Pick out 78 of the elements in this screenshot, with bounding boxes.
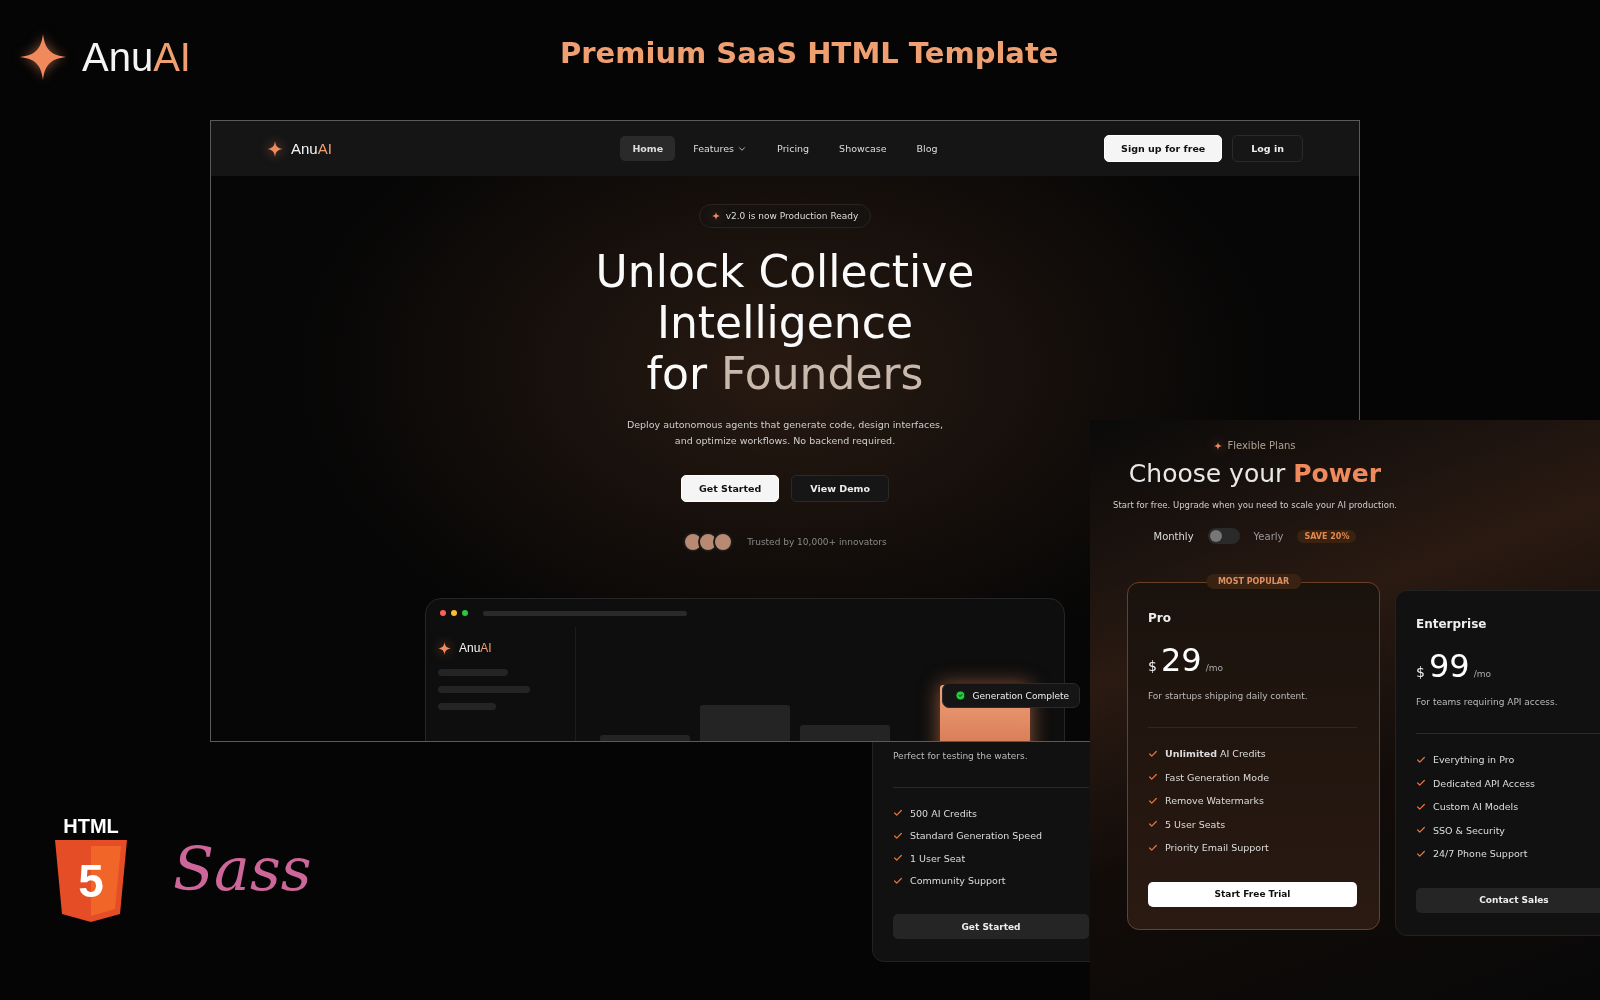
plan-button[interactable]: Get Started <box>893 914 1089 939</box>
currency-symbol: $ <box>1416 664 1425 680</box>
check-icon <box>1148 819 1158 830</box>
sparkle-logo-icon <box>20 34 66 80</box>
sass-logo: Sass <box>173 833 312 904</box>
hero-subtitle: Deploy autonomous agents that generate code, design interfaces, and optimize workflows. No backend required. <box>625 418 945 448</box>
check-icon <box>1416 825 1426 836</box>
feature-text: 500 AI Credits <box>910 807 977 819</box>
plan-price: 29 <box>1160 641 1202 679</box>
plan-price: 99 <box>1428 647 1470 685</box>
check-icon <box>1416 778 1426 789</box>
check-icon <box>1148 748 1158 759</box>
plan-name: Pro <box>1148 611 1172 625</box>
toast-text: Generation Complete <box>972 690 1069 701</box>
promo-headline: Premium SaaS HTML Template <box>560 36 1059 70</box>
brand-name: AnuAI <box>291 140 332 157</box>
plan-description: For startups shipping daily content. <box>1148 691 1309 701</box>
feature-text: Custom AI Models <box>1433 801 1519 813</box>
get-started-button[interactable]: Get Started <box>680 475 780 502</box>
html5-shield-logo: 5 <box>55 840 127 922</box>
plan-description: For teams requiring API access. <box>1416 697 1559 707</box>
nav-link[interactable]: Pricing <box>765 136 822 161</box>
nav-link[interactable]: Showcase <box>827 136 899 161</box>
social-proof-text: Trusted by 10,000+ innovators <box>747 537 887 547</box>
price-period: /mo <box>1205 663 1223 673</box>
feature-text: Priority Email Support <box>1165 842 1269 854</box>
currency-symbol: $ <box>1148 658 1157 674</box>
feature-text: SSO & Security <box>1433 824 1505 836</box>
check-icon <box>893 808 903 819</box>
section-eyebrow: Flexible Plans <box>1227 440 1296 451</box>
announcement-badge: v2.0 is now Production Ready <box>698 204 872 228</box>
login-button[interactable]: Log in <box>1232 135 1303 162</box>
check-icon <box>1416 848 1426 859</box>
sparkle-icon <box>1214 441 1223 450</box>
brand-name: AnuAI <box>82 34 191 80</box>
nav-link[interactable]: Blog <box>904 136 950 161</box>
view-demo-button[interactable]: View Demo <box>791 475 890 502</box>
check-icon <box>1148 795 1158 806</box>
pricing-title: Choose your Power <box>1128 459 1382 488</box>
feature-text: 5 User Seats <box>1165 818 1226 830</box>
popular-badge: MOST POPULAR <box>1205 574 1302 589</box>
check-icon <box>893 830 903 841</box>
billing-label: Yearly <box>1253 530 1284 542</box>
hero-title: Unlock Collective Intelligence for Founders <box>595 246 975 399</box>
pricing-subtitle: Start for free. Upgrade when you need to scale your AI production. <box>1113 500 1397 510</box>
sparkle-icon <box>711 212 720 220</box>
feature-text: Standard Generation Speed <box>910 830 1043 842</box>
signup-button[interactable]: Sign up for free <box>1104 135 1223 162</box>
nav-link[interactable]: Home <box>620 136 676 161</box>
feature-text: Everything in Pro <box>1433 754 1515 766</box>
check-icon <box>1416 801 1426 812</box>
check-icon <box>1416 754 1426 765</box>
html-label: HTML <box>63 815 119 838</box>
feature-text: 1 User Seat <box>910 852 966 864</box>
sparkle-logo-icon <box>267 140 283 157</box>
feature-text: Fast Generation Mode <box>1165 771 1269 783</box>
price-period: /mo <box>1473 669 1491 679</box>
feature-text: Unlimited AI Credits <box>1165 748 1266 760</box>
nav-link[interactable]: Features <box>681 136 760 161</box>
billing-label: Monthly <box>1153 530 1194 542</box>
avatar-circle <box>713 532 734 552</box>
billing-toggle[interactable] <box>1207 528 1240 544</box>
feature-text: 24/7 Phone Support <box>1433 848 1528 860</box>
feature-text: Remove Watermarks <box>1165 795 1264 807</box>
check-circle-icon <box>954 690 966 701</box>
check-icon <box>1148 772 1158 783</box>
discount-badge: SAVE 20% <box>1297 529 1357 543</box>
brand-name: AnuAI <box>459 641 492 655</box>
check-icon <box>893 853 903 864</box>
plan-name: Enterprise <box>1416 617 1488 631</box>
plan-description: Perfect for testing the waters. <box>893 751 1029 761</box>
check-icon <box>1148 842 1158 853</box>
sparkle-logo-icon <box>438 641 451 655</box>
feature-text: Community Support <box>910 875 1006 887</box>
plan-button[interactable]: Contact Sales <box>1416 887 1600 913</box>
check-icon <box>893 875 903 886</box>
plan-button[interactable]: Start Free Trial <box>1148 881 1357 907</box>
feature-text: Dedicated API Access <box>1433 777 1536 789</box>
